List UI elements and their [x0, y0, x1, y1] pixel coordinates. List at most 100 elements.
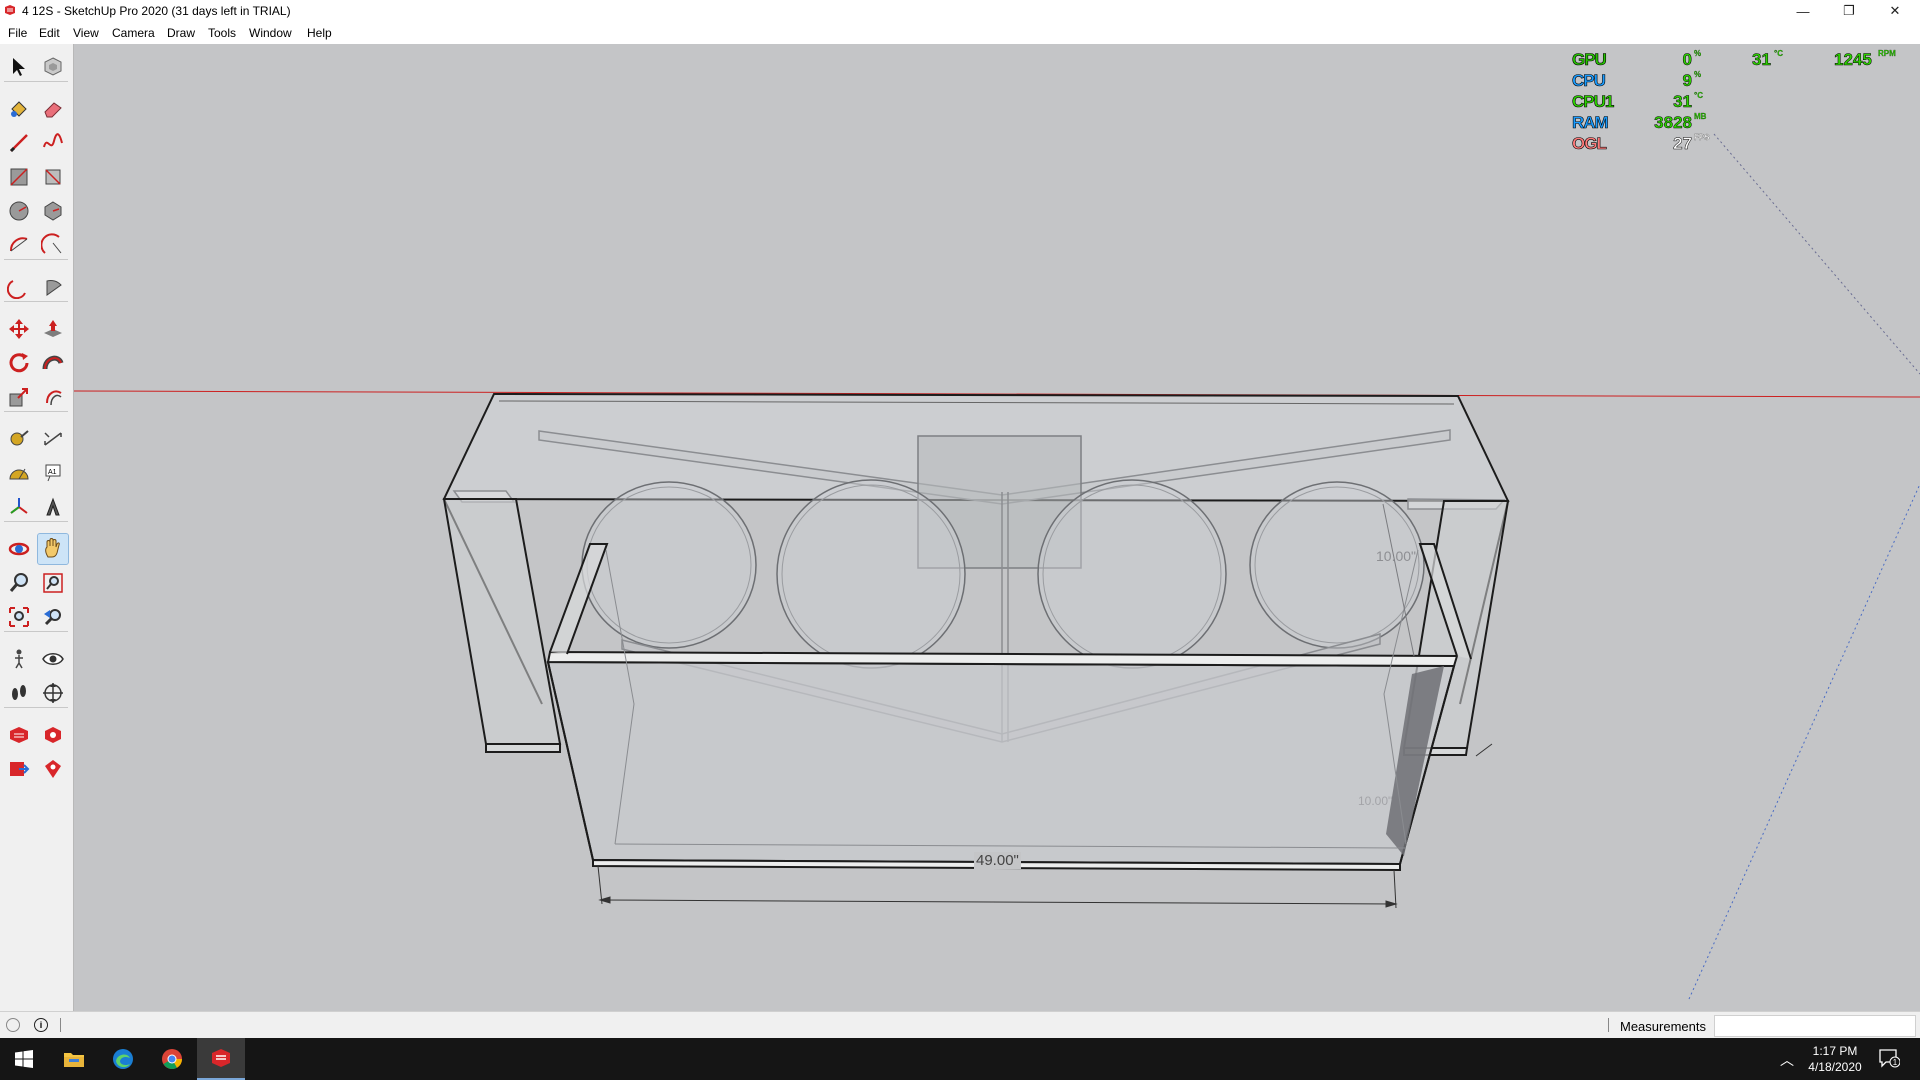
toolbar-separator [4, 81, 68, 82]
menu-tools[interactable]: Tools [208, 26, 236, 40]
hw-label-1: CPU [1572, 71, 1607, 91]
geo-location-icon[interactable] [6, 1018, 20, 1032]
hw-value-2: 31 [1673, 92, 1692, 112]
pan-icon [45, 538, 60, 558]
eraser-tool-button[interactable] [38, 94, 68, 124]
hw-value-1: 9 [1682, 71, 1692, 91]
extension-manager-icon [45, 760, 61, 778]
menu-view[interactable]: View [73, 26, 99, 40]
file-explorer-icon[interactable] [50, 1038, 98, 1080]
rotate-tool-button[interactable] [4, 348, 34, 378]
previous-view-tool-button[interactable] [38, 602, 68, 632]
rectangle-tool-button[interactable] [4, 162, 34, 192]
modeling-viewport[interactable]: 49.00" 10.00" 10.00" GPU 0% CPU 9% CPU1 31 °C R… [74, 44, 1920, 1011]
menu-help[interactable]: Help [307, 26, 332, 40]
move-icon [9, 319, 29, 339]
axes-tool-button[interactable] [4, 492, 34, 522]
tray-overflow-icon[interactable]: ︿ [1780, 1050, 1794, 1070]
make-component-tool-button[interactable] [38, 52, 68, 82]
push-pull-tool-button[interactable] [38, 314, 68, 344]
dimension-tool-button[interactable] [38, 424, 68, 454]
axes-icon [10, 498, 28, 514]
windows-taskbar: ︿ 1:17 PM 4/18/2020 1 [0, 1038, 1920, 1080]
circle-tool-button[interactable] [4, 196, 34, 226]
pan-tool-button[interactable] [37, 533, 69, 565]
extension-warehouse-tool-button[interactable] [38, 720, 68, 750]
edge-icon[interactable] [99, 1038, 147, 1080]
clock-date: 4/18/2020 [1808, 1060, 1862, 1074]
chrome-icon[interactable] [148, 1038, 196, 1080]
walk-tool-button[interactable] [4, 678, 34, 708]
restore-button[interactable]: ❐ [1826, 0, 1872, 22]
send-to-layout-tool-button[interactable] [4, 754, 34, 784]
hw-label-2: CPU1 [1572, 92, 1615, 112]
menu-window[interactable]: Window [249, 26, 292, 40]
sketchup-app-icon[interactable] [4, 4, 16, 16]
minimize-button[interactable]: — [1780, 0, 1826, 22]
zoom-tool-button[interactable] [4, 568, 34, 598]
measurements-input[interactable] [1714, 1015, 1916, 1037]
orbit-tool-button[interactable] [4, 534, 34, 564]
3-point-arc-tool-button[interactable] [4, 272, 34, 302]
position-camera-tool-button[interactable] [4, 644, 34, 674]
hw-label-4: OGL [1572, 134, 1607, 154]
notification-center-icon[interactable]: 1 [1878, 1048, 1900, 1068]
window-title: 4 12S - SketchUp Pro 2020 (31 days left … [22, 4, 291, 18]
zoom-icon [9, 573, 28, 592]
arc-tool-button[interactable] [4, 230, 34, 260]
eraser-icon [44, 102, 62, 118]
2-point-arc-icon [41, 233, 62, 254]
text-tool-button[interactable]: A1 [38, 458, 68, 488]
look-around-tool-button[interactable] [38, 644, 68, 674]
hw-value-4: 27 [1673, 134, 1692, 154]
menu-file[interactable]: File [8, 26, 27, 40]
move-tool-button[interactable] [4, 314, 34, 344]
text-icon: A1 [45, 464, 61, 482]
menu-edit[interactable]: Edit [39, 26, 60, 40]
look-around-icon [42, 653, 64, 665]
3d-text-tool-button[interactable] [38, 492, 68, 522]
scale-icon [9, 388, 28, 407]
close-button[interactable]: ✕ [1872, 0, 1918, 22]
3d-text-icon [46, 497, 60, 516]
zoom-window-tool-button[interactable] [38, 568, 68, 598]
dimension-width-label[interactable]: 49.00" [974, 852, 1021, 869]
select-tool-button[interactable] [4, 52, 34, 82]
scale-tool-button[interactable] [4, 382, 34, 412]
3d-warehouse-tool-button[interactable] [4, 720, 34, 750]
taskbar-clock[interactable]: 1:17 PM 4/18/2020 [1800, 1043, 1870, 1075]
info-icon[interactable]: i [34, 1018, 48, 1032]
measurements-divider [1608, 1018, 1609, 1032]
position-camera-icon [15, 649, 23, 669]
2-point-arc-tool-button[interactable] [38, 230, 68, 260]
menu-draw[interactable]: Draw [167, 26, 195, 40]
start-icon[interactable] [0, 1038, 48, 1080]
freehand-icon [43, 133, 63, 148]
line-tool-button[interactable] [4, 128, 34, 158]
paint-bucket-tool-button[interactable] [4, 94, 34, 124]
freehand-tool-button[interactable] [38, 128, 68, 158]
rotated-rectangle-tool-button[interactable] [38, 162, 68, 192]
section-plane-tool-button[interactable] [38, 678, 68, 708]
offset-tool-button[interactable] [38, 382, 68, 412]
protractor-tool-button[interactable] [4, 458, 34, 488]
hw-unit-2: °C [1694, 91, 1703, 100]
tape-measure-tool-button[interactable] [4, 424, 34, 454]
circle-icon [9, 201, 29, 221]
clock-time: 1:17 PM [1812, 1044, 1858, 1058]
hw-fan-unit: RPM [1878, 49, 1896, 58]
extension-manager-tool-button[interactable] [38, 754, 68, 784]
menu-camera[interactable]: Camera [112, 26, 155, 40]
status-divider [60, 1018, 61, 1032]
make-component-icon [44, 57, 62, 76]
pie-tool-button[interactable] [38, 272, 68, 302]
dimension-depth-label[interactable]: 10.00" [1376, 548, 1416, 564]
select-icon [13, 58, 25, 76]
zoom-extents-tool-button[interactable] [4, 602, 34, 632]
dimension-icon [44, 432, 62, 446]
dimension-depth-label-2[interactable]: 10.00" [1358, 794, 1392, 808]
offset-icon [46, 390, 62, 406]
sketchup-icon[interactable] [197, 1038, 245, 1080]
polygon-tool-button[interactable] [38, 196, 68, 226]
follow-me-tool-button[interactable] [38, 348, 68, 378]
